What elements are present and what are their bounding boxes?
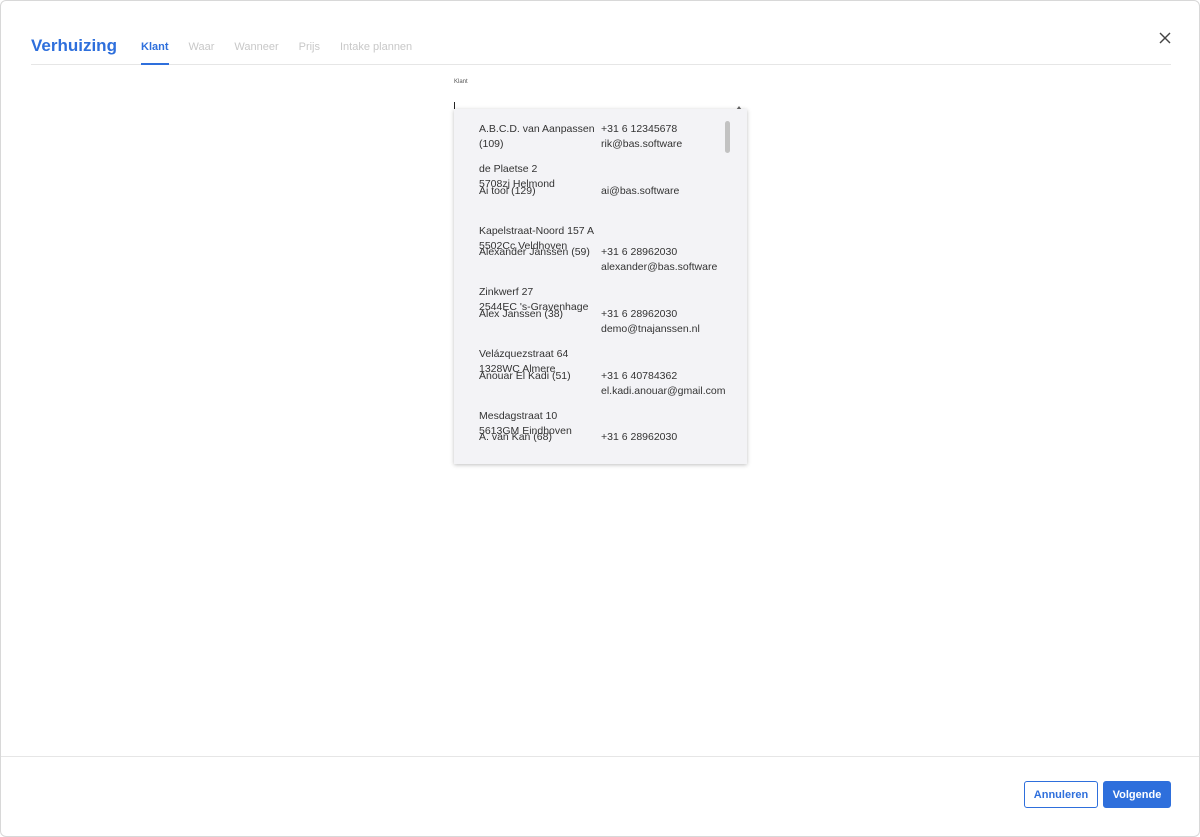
customer-option-address-line: Mesdagstraat 10: [479, 409, 558, 422]
customer-option[interactable]: Ai tool (129) Kapelstraat-Noord 157 A 5502…: [454, 181, 724, 252]
customer-option[interactable]: Anouar El Kadi (51) Mesdagstraat 10 5613GM…: [454, 366, 725, 437]
cancel-button[interactable]: Annuleren: [1024, 781, 1098, 808]
customer-field-label: Klant: [454, 79, 468, 85]
tab-waar[interactable]: Waar: [189, 41, 215, 65]
step-tabs: Klant Waar Wanneer Prijs Intake plannen: [141, 41, 432, 65]
customer-option-name-line: Ai tool (129): [479, 184, 536, 197]
customer-option-contact-line: +31 6 28962030: [601, 246, 678, 259]
dropdown-scrollbar-thumb[interactable]: [725, 121, 730, 153]
customer-option-contact-line: +31 6 40784362: [601, 369, 678, 382]
customer-option-contact-line: +31 6 28962030: [601, 431, 678, 444]
customer-option-name: Alexander Janssen (59): [479, 245, 597, 260]
customer-option-contact: +31 6 12345678 rik@bas.software: [601, 122, 731, 152]
customer-option[interactable]: A. van Kan (68) +31 6 28962030: [454, 427, 724, 464]
tab-klant[interactable]: Klant: [141, 41, 169, 65]
customer-option-name-line: A. van Kan (68): [479, 431, 552, 444]
customer-option[interactable]: Alex Janssen (38) Velázquezstraat 64 1328W…: [454, 304, 724, 375]
dialog-footer: Annuleren Volgende: [1, 756, 1199, 836]
customer-option-contact-line: el.kadi.anouar@gmail.com: [601, 384, 726, 397]
customer-option-name-line: Alexander Janssen (59): [479, 246, 590, 259]
customer-option[interactable]: A.B.C.D. van Aanpassen (109) de Plaetse 25…: [454, 119, 724, 190]
customer-option-name-line: A.B.C.D. van Aanpassen: [479, 123, 595, 135]
customer-option-contact: ai@bas.software: [601, 184, 731, 199]
customer-option-address-line: de Plaetse 2: [479, 163, 538, 175]
customer-option-address-line: Velázquezstraat 64: [479, 348, 569, 361]
next-button[interactable]: Volgende: [1103, 781, 1171, 808]
tab-wanneer[interactable]: Wanneer: [234, 41, 278, 65]
customer-option-name: A.B.C.D. van Aanpassen (109): [479, 122, 597, 152]
customer-dropdown-list[interactable]: A.B.C.D. van Aanpassen (109) de Plaetse 25…: [454, 109, 747, 464]
dropdown-scrollbar-track[interactable]: [723, 116, 731, 461]
customer-option-contact-line: alexander@bas.software: [601, 261, 718, 274]
dialog-header: Verhuizing Klant Waar Wanneer Prijs Inta…: [31, 1, 1171, 65]
customer-option-contact: +31 6 28962030: [601, 430, 731, 445]
customer-option-name-line: Alex Janssen (38): [479, 308, 564, 321]
customer-option-contact: +31 6 40784362 el.kadi.anouar@gmail.com: [601, 369, 731, 399]
customer-option-contact-line: +31 6 12345678: [601, 123, 678, 135]
customer-option-address-line: Kapelstraat-Noord 157 A: [479, 224, 594, 237]
customer-option-name-line: (109): [479, 138, 504, 150]
customer-option-contact-line: demo@tnajanssen.nl: [601, 323, 700, 336]
customer-option-name: Alex Janssen (38): [479, 307, 597, 322]
move-dialog: Verhuizing Klant Waar Wanneer Prijs Inta…: [0, 0, 1200, 837]
tab-prijs[interactable]: Prijs: [299, 41, 320, 65]
customer-option-contact-line: rik@bas.software: [601, 138, 683, 150]
customer-option-name: Ai tool (129): [479, 184, 597, 199]
close-icon[interactable]: [1157, 30, 1173, 46]
customer-option-name-line: Anouar El Kadi (51): [479, 369, 571, 382]
customer-option-address-line: Zinkwerf 27: [479, 286, 534, 299]
customer-option-contact: +31 6 28962030 demo@tnajanssen.nl: [601, 307, 731, 337]
dialog-title: Verhuizing: [31, 36, 117, 55]
customer-option-contact-line: +31 6 28962030: [601, 308, 678, 321]
tab-intake-plannen[interactable]: Intake plannen: [340, 41, 412, 65]
customer-option[interactable]: Alexander Janssen (59) Zinkwerf 27 2544EC …: [454, 242, 724, 313]
customer-option-contact-line: ai@bas.software: [601, 184, 680, 197]
customer-option-name: A. van Kan (68): [479, 430, 597, 445]
customer-options: A.B.C.D. van Aanpassen (109) de Plaetse 25…: [454, 119, 725, 464]
customer-option-contact: +31 6 28962030 alexander@bas.software: [601, 245, 731, 275]
customer-option-name: Anouar El Kadi (51): [479, 369, 597, 384]
